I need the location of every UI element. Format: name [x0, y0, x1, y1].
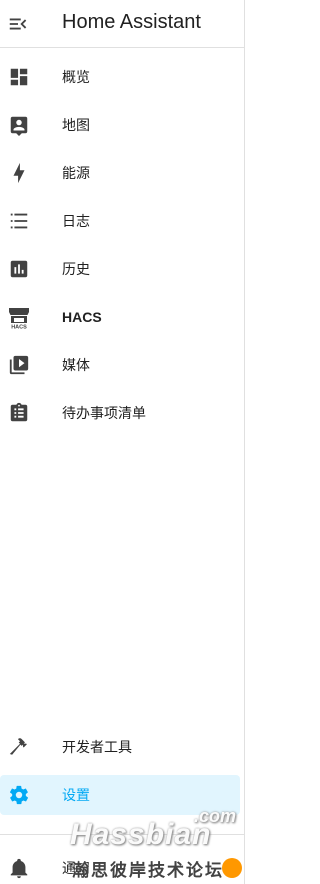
nav-item-media[interactable]: 媒体	[0, 345, 240, 385]
nav-item-label: 待办事项清单	[62, 406, 146, 422]
nav-item-notifications[interactable]: 通知	[0, 848, 240, 884]
nav-item-history[interactable]: 历史	[0, 249, 240, 289]
hacs-store-icon: HACS	[7, 305, 31, 329]
app-title: Home Assistant	[62, 11, 201, 33]
sidebar: Home Assistant 概览 地图 能源 日志 历史 HACS HACS …	[0, 0, 245, 884]
nav-item-map[interactable]: 地图	[0, 105, 240, 145]
nav-item-settings[interactable]: 设置	[0, 775, 240, 815]
bell-icon	[7, 856, 31, 880]
cog-icon	[7, 783, 31, 807]
nav-item-hacs[interactable]: HACS HACS	[0, 297, 240, 337]
nav-item-logbook[interactable]: 日志	[0, 201, 240, 241]
nav-item-todo[interactable]: 待办事项清单	[0, 393, 240, 433]
nav-item-label: 设置	[62, 788, 90, 804]
divider	[0, 834, 245, 835]
dashboard-icon	[7, 65, 31, 89]
nav-item-overview[interactable]: 概览	[0, 57, 240, 97]
nav-item-label: 开发者工具	[62, 740, 132, 756]
nav-item-label: 通知	[62, 861, 90, 877]
chart-box-icon	[7, 257, 31, 281]
nav-item-energy[interactable]: 能源	[0, 153, 240, 193]
lightning-bolt-icon	[7, 161, 31, 185]
svg-text:HACS: HACS	[11, 325, 27, 330]
nav-item-developer-tools[interactable]: 开发者工具	[0, 727, 240, 767]
nav-item-label: 能源	[62, 166, 90, 182]
list-icon	[7, 209, 31, 233]
sidebar-header: Home Assistant	[0, 0, 245, 48]
nav-item-label: 地图	[62, 118, 90, 134]
nav-item-label: 概览	[62, 70, 90, 86]
nav-item-label: 日志	[62, 214, 90, 230]
map-account-icon	[7, 113, 31, 137]
nav-item-label: 历史	[62, 262, 90, 278]
nav-item-label: HACS	[62, 309, 102, 325]
play-box-multiple-icon	[7, 353, 31, 377]
clipboard-list-icon	[7, 401, 31, 425]
hammer-icon	[7, 735, 31, 759]
menu-open-icon[interactable]	[6, 12, 30, 36]
nav-item-label: 媒体	[62, 358, 90, 374]
